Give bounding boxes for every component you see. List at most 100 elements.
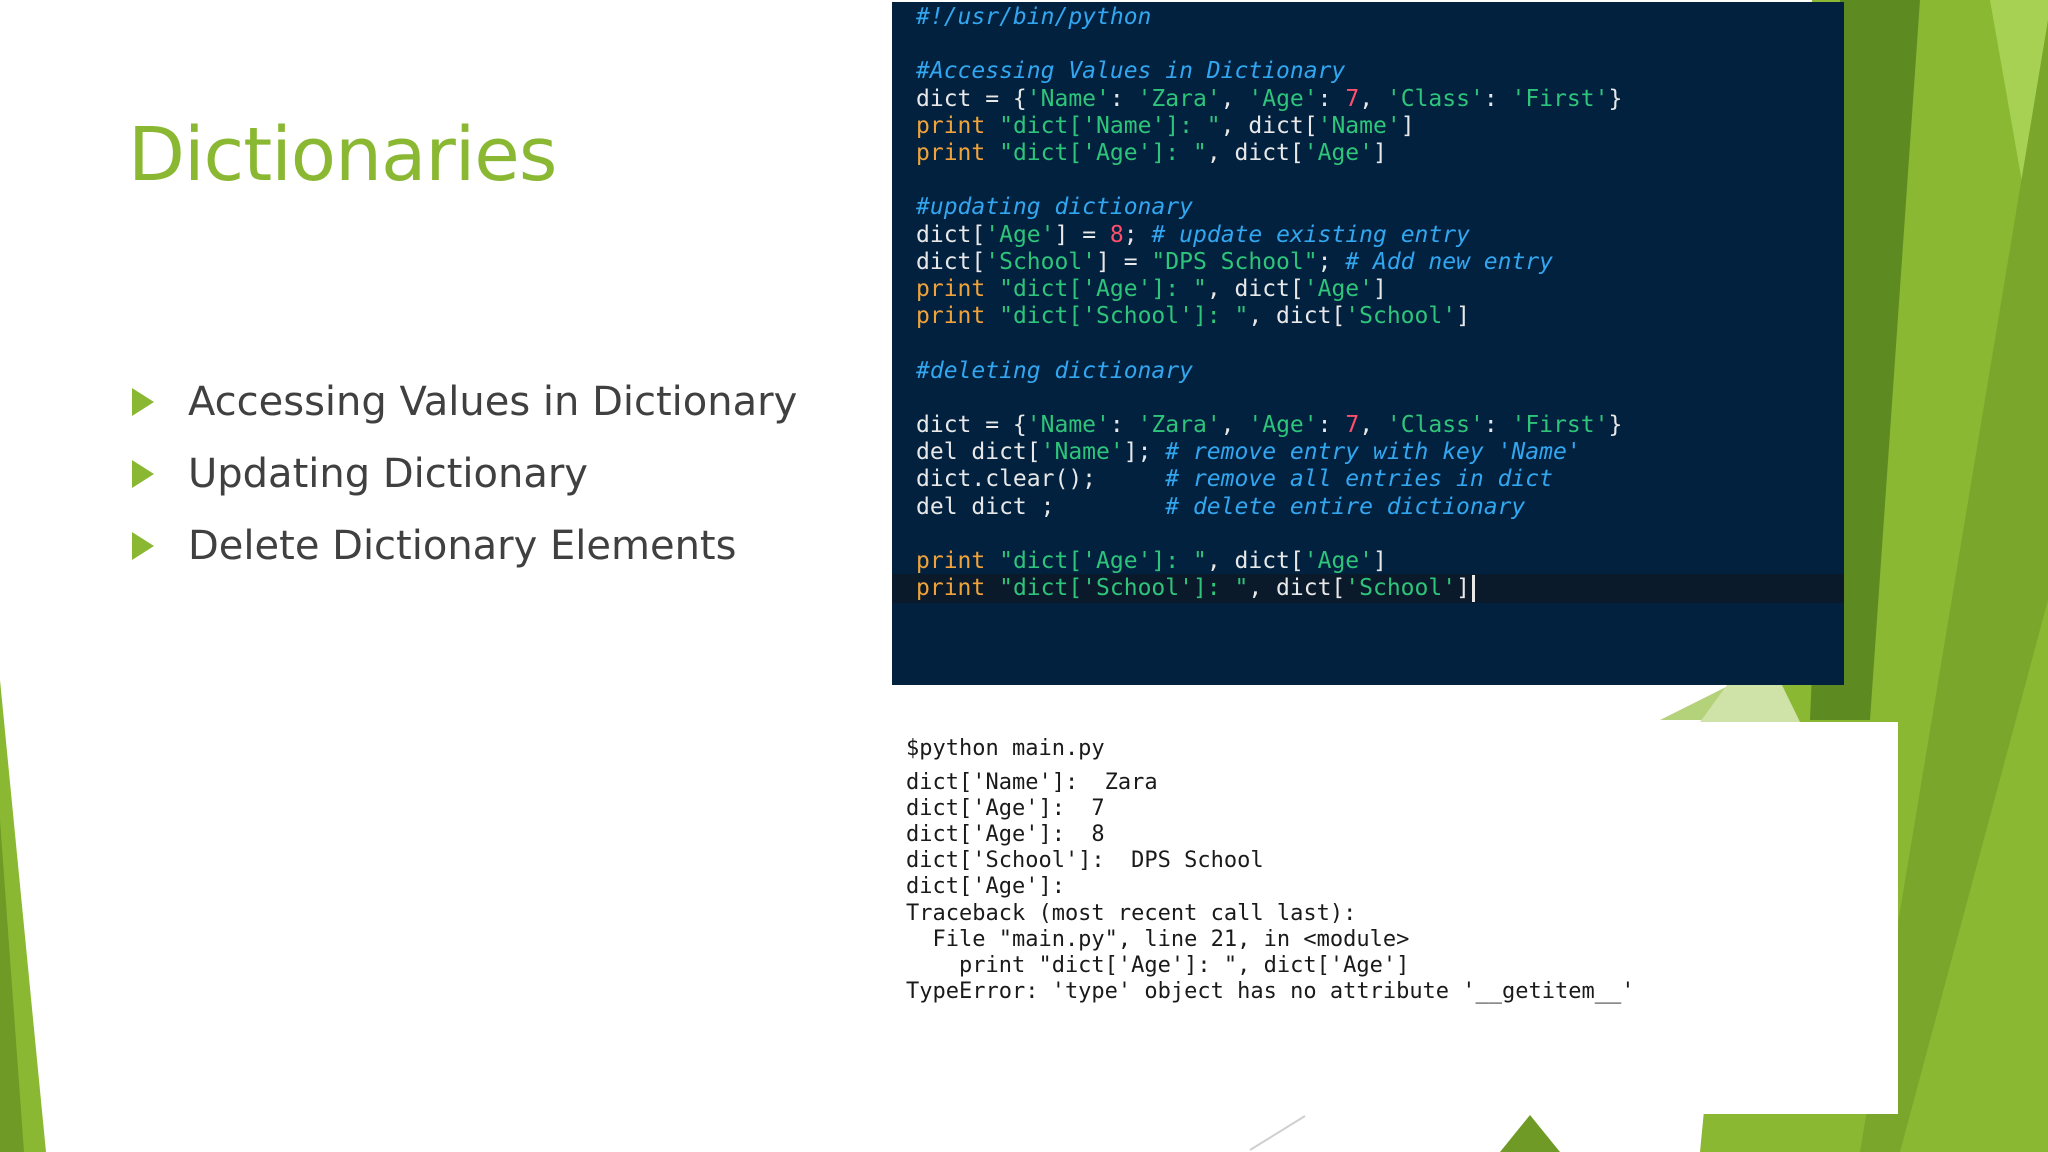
bullet-text: Accessing Values in Dictionary	[188, 379, 798, 425]
code-token: , dict[	[1206, 140, 1304, 166]
code-editor-screenshot: #!/usr/bin/python #Accessing Values in Di…	[892, 2, 1844, 685]
code-token: 'School'	[985, 248, 1097, 275]
code-line: print "dict['Age']: ", dict['Age']	[916, 548, 1387, 575]
code-token: 'Name'	[1026, 412, 1110, 438]
code-token: ]	[1400, 112, 1415, 139]
terminal-output-line: Traceback (most recent call last):	[906, 900, 1357, 926]
code-token: 'Age'	[1303, 548, 1373, 574]
code-token: #Accessing Values in Dictionary	[916, 58, 1346, 85]
code-token: # update existing entry	[1151, 221, 1470, 248]
code-token: del dict ;	[916, 493, 1166, 520]
code-token: 'School'	[1345, 575, 1457, 602]
code-token: dict = {	[916, 412, 1027, 438]
code-token: ]	[1373, 140, 1387, 166]
code-token: 'Age'	[1248, 85, 1318, 112]
code-token: 'First'	[1511, 412, 1609, 438]
code-token: "dict['Age']: "	[999, 548, 1207, 574]
bullet-item: Updating Dictionary	[132, 438, 797, 510]
code-line: print "dict['School']: ", dict['School']	[916, 303, 1470, 330]
code-token: 'Name'	[1026, 85, 1110, 112]
terminal-command: $python main.py	[906, 736, 1105, 761]
code-token: dict[	[916, 221, 986, 248]
code-token: "DPS School"	[1151, 248, 1318, 275]
code-token: ] =	[1054, 221, 1110, 248]
code-token: ;	[1123, 221, 1152, 248]
code-token: 7	[1345, 85, 1360, 112]
code-token: :	[1317, 85, 1346, 112]
text-cursor	[1472, 575, 1475, 603]
bullet-item: Accessing Values in Dictionary	[132, 366, 797, 438]
code-line: #updating dictionary	[916, 194, 1193, 221]
code-token: # remove all entries in dict	[1165, 466, 1553, 493]
code-token: 'Class'	[1386, 412, 1484, 438]
triangle-bullet-icon	[132, 532, 154, 560]
code-token: , dict[	[1206, 276, 1304, 302]
code-token: :	[1109, 85, 1138, 112]
terminal-output-line: print "dict['Age']: ", dict['Age']	[906, 952, 1410, 978]
code-line: #!/usr/bin/python	[916, 4, 1151, 31]
code-line: print "dict['Age']: ", dict['Age']	[916, 140, 1387, 167]
code-token: 'Age'	[985, 221, 1055, 248]
code-token: "dict['School']: "	[999, 575, 1249, 602]
code-token: print	[916, 140, 1000, 166]
code-line: print "dict['School']: ", dict['School']	[916, 575, 1470, 602]
code-token: print	[916, 303, 1000, 330]
code-token: ]	[1456, 575, 1470, 602]
code-token: print	[916, 112, 1000, 139]
code-line: #deleting dictionary	[916, 358, 1193, 385]
code-line: dict = {'Name': 'Zara', 'Age': 7, 'Class…	[916, 412, 1622, 439]
code-token: "dict['School']: "	[999, 303, 1249, 330]
code-line: dict.clear(); # remove all entries in di…	[916, 466, 1553, 493]
code-token: 'First'	[1511, 85, 1609, 112]
code-token: ;	[1317, 248, 1346, 275]
code-token: , dict[	[1206, 548, 1304, 574]
code-token: ,	[1220, 412, 1249, 438]
code-token: 'Age'	[1248, 412, 1318, 438]
code-token: "dict['Age']: "	[999, 140, 1207, 166]
code-token: ,	[1220, 85, 1249, 112]
code-line: print "dict['Name']: ", dict['Name']	[916, 113, 1415, 140]
code-token: 7	[1345, 412, 1360, 438]
code-token: 'School'	[1345, 303, 1457, 330]
code-token: dict[	[916, 248, 986, 275]
terminal-output-line: dict['Age']: 7	[906, 796, 1105, 822]
terminal-output-line: dict['Age']: 8	[906, 822, 1105, 848]
bullet-list: Accessing Values in Dictionary Updating …	[132, 366, 797, 582]
code-token: 'Zara'	[1137, 412, 1221, 438]
code-token: 'Name'	[1317, 112, 1401, 139]
code-token: print	[916, 276, 1000, 302]
terminal-output-line: dict['Name']: Zara	[906, 770, 1158, 795]
terminal-output-line: File "main.py", line 21, in <module>	[906, 926, 1410, 952]
code-token: "dict['Name']: "	[999, 112, 1221, 139]
code-token: dict.clear();	[916, 466, 1166, 493]
code-token: del dict[	[916, 439, 1041, 466]
code-token: print	[916, 548, 1000, 574]
code-line: del dict ; # delete entire dictionary	[916, 494, 1525, 521]
code-token: #deleting dictionary	[916, 357, 1193, 384]
code-token: dict = {	[916, 85, 1027, 112]
code-line: dict = {'Name': 'Zara', 'Age': 7, 'Class…	[916, 86, 1622, 113]
code-token: }	[1608, 412, 1623, 438]
code-token: #updating dictionary	[916, 194, 1193, 221]
code-token: :	[1317, 412, 1346, 438]
code-token: :	[1483, 412, 1512, 438]
code-token: ]	[1373, 276, 1387, 302]
code-line: del dict['Name']; # remove entry with ke…	[916, 439, 1581, 466]
code-token: , dict[	[1248, 303, 1346, 330]
code-token: ]	[1456, 303, 1470, 330]
code-token: ,	[1359, 85, 1387, 112]
terminal-output-line: TypeError: 'type' object has no attribut…	[906, 978, 1635, 1004]
bullet-item: Delete Dictionary Elements	[132, 510, 797, 582]
terminal-output-screenshot: $python main.py dict['Name']: Zara dict['A…	[892, 722, 1898, 1114]
terminal-output-line: dict['School']: DPS School	[906, 848, 1264, 874]
bullet-text: Delete Dictionary Elements	[188, 523, 737, 569]
triangle-bullet-icon	[132, 460, 154, 488]
code-token: # delete entire dictionary	[1165, 493, 1526, 520]
code-token: 'Zara'	[1137, 85, 1221, 112]
slide-title: Dictionaries	[128, 112, 557, 198]
code-token: # Add new entry	[1345, 248, 1554, 275]
code-token: ];	[1123, 439, 1166, 466]
code-token: , dict[	[1220, 112, 1318, 139]
code-token: 8	[1109, 221, 1124, 248]
code-line: dict['School'] = "DPS School"; # Add new…	[916, 249, 1553, 276]
